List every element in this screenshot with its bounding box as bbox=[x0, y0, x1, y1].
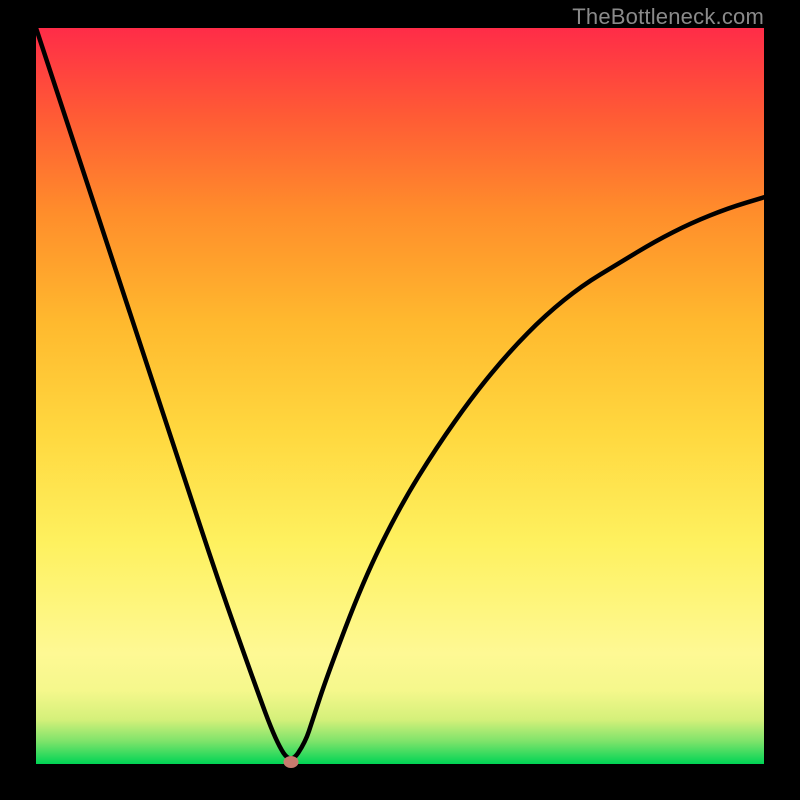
optimal-point-marker bbox=[283, 756, 298, 768]
watermark-text: TheBottleneck.com bbox=[572, 4, 764, 30]
chart-frame: TheBottleneck.com bbox=[0, 0, 800, 800]
curve-path bbox=[36, 28, 764, 759]
bottleneck-curve bbox=[36, 28, 764, 764]
plot-area bbox=[36, 28, 764, 764]
